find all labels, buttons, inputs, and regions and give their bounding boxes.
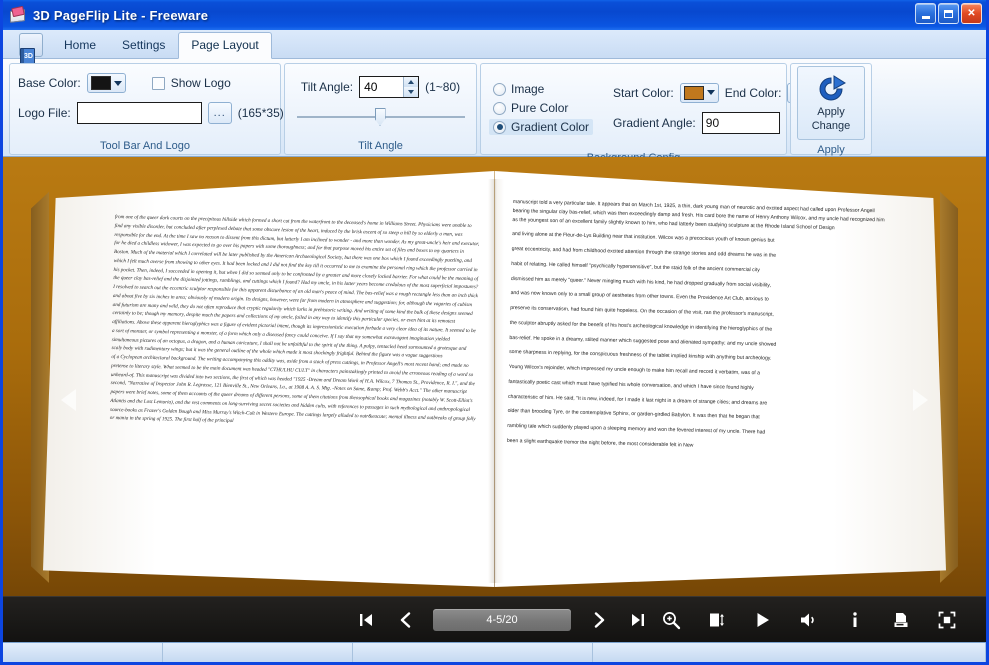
background-type-radios: Image Pure Color Gradient Color xyxy=(489,81,603,135)
page-left[interactable]: from one of the queer dark courts on the… xyxy=(43,171,495,587)
radio-pure-color-icon[interactable] xyxy=(493,101,506,115)
tab-page-layout[interactable]: Page Layout xyxy=(178,32,272,59)
paragraph: from one of the queer dark courts on the… xyxy=(111,213,480,360)
status-bar xyxy=(3,642,986,662)
tab-home[interactable]: Home xyxy=(51,32,109,58)
chevron-down-icon xyxy=(706,90,715,95)
pageflip-book-icon xyxy=(9,5,28,25)
application-window: 3D PageFlip Lite - Freeware ✕ 3D Home Se… xyxy=(0,0,989,665)
radio-gradient-color-label: Gradient Color xyxy=(511,120,590,134)
status-cell-3 xyxy=(353,643,593,662)
close-button[interactable]: ✕ xyxy=(961,3,982,24)
show-logo-label: Show Logo xyxy=(170,76,231,90)
page-indicator[interactable]: 4-5/20 xyxy=(433,608,571,631)
gradient-angle-label: Gradient Angle: xyxy=(613,115,696,130)
base-color-picker[interactable] xyxy=(86,73,126,93)
logo-file-input[interactable] xyxy=(76,102,202,124)
maximize-button[interactable] xyxy=(938,3,959,24)
radio-gradient-color-icon[interactable] xyxy=(493,120,506,134)
minimize-button[interactable] xyxy=(915,3,936,24)
end-color-label: End Color: xyxy=(724,85,782,100)
prev-page-arrow[interactable] xyxy=(61,388,76,411)
page-right-text: manuscript told a very particular tale. … xyxy=(506,198,887,461)
tab-settings[interactable]: Settings xyxy=(109,32,178,58)
title-bar: 3D PageFlip Lite - Freeware ✕ xyxy=(3,0,986,30)
chevron-down-icon xyxy=(113,80,122,86)
group-background-config: Image Pure Color Gradient Color Start Co… xyxy=(480,63,827,164)
zoom-in-icon[interactable] xyxy=(660,609,682,631)
group-toolbar-and-logo: Base Color: Show Logo Logo File: ... (16… xyxy=(9,63,284,155)
book-cover-left xyxy=(31,191,49,583)
ribbon-tabstrip: 3D Home Settings Page Layout xyxy=(3,30,986,65)
group-apply: Apply Change Apply xyxy=(790,63,872,156)
bottom-toolbar: 4-5/20 xyxy=(3,596,986,642)
paragraph: manuscript told a very particular tale. … xyxy=(511,199,885,231)
browse-logo-button[interactable]: ... xyxy=(207,102,232,124)
book-spine xyxy=(487,179,504,583)
last-page-icon[interactable] xyxy=(627,609,649,631)
tilt-angle-stepper[interactable]: 40 xyxy=(359,76,420,98)
spin-down-icon[interactable] xyxy=(404,87,419,97)
apply-change-label-line2: Change xyxy=(811,120,851,132)
group-label-toolbar-and-logo: Tool Bar And Logo xyxy=(100,140,190,152)
first-page-icon[interactable] xyxy=(355,609,377,631)
print-icon[interactable] xyxy=(890,609,912,631)
book-viewer[interactable]: from one of the queer dark courts on the… xyxy=(3,157,986,642)
next-page-arrow[interactable] xyxy=(913,388,928,411)
window-title: 3D PageFlip Lite - Freeware xyxy=(33,7,209,23)
play-icon[interactable] xyxy=(752,609,774,631)
start-color-picker[interactable] xyxy=(679,82,719,103)
page-right[interactable]: manuscript told a very particular tale. … xyxy=(494,171,946,587)
radio-image-label: Image xyxy=(511,82,545,96)
status-cell-2 xyxy=(163,643,353,662)
base-color-swatch xyxy=(90,76,111,90)
base-color-label: Base Color: xyxy=(18,76,81,90)
status-cell-1 xyxy=(3,643,163,662)
fullscreen-icon[interactable] xyxy=(936,609,958,631)
group-tilt-angle: Tilt Angle: 40 (1~80) Tilt Angle xyxy=(284,63,477,155)
show-logo-checkbox[interactable] xyxy=(151,76,165,90)
ribbon-body: Base Color: Show Logo Logo File: ... (16… xyxy=(3,58,986,164)
page-navigation: 4-5/20 xyxy=(355,608,649,631)
radio-pure-color-label: Pure Color xyxy=(511,101,569,115)
gradient-angle-input[interactable]: 90 xyxy=(701,111,780,134)
logo-size-hint: (165*35) xyxy=(237,106,284,120)
page-left-text: from one of the queer dark courts on the… xyxy=(110,213,481,432)
sound-icon[interactable] xyxy=(798,609,820,631)
apply-change-label-line1: Apply xyxy=(817,106,845,118)
group-label-apply: Apply xyxy=(817,144,845,156)
next-page-icon[interactable] xyxy=(588,609,610,631)
app-menu-button[interactable]: 3D xyxy=(19,33,43,65)
group-label-tilt-angle: Tilt Angle xyxy=(358,140,403,152)
start-color-label: Start Color: xyxy=(613,85,674,100)
radio-image-icon[interactable] xyxy=(493,82,506,96)
ribbon: 3D Home Settings Page Layout Base Color: xyxy=(3,30,986,164)
viewer-tools xyxy=(660,609,958,631)
tilt-angle-spin-buttons[interactable] xyxy=(403,77,419,97)
book-cover-right xyxy=(940,191,958,583)
start-color-swatch xyxy=(683,85,704,100)
book: from one of the queer dark courts on the… xyxy=(3,171,986,587)
spin-up-icon[interactable] xyxy=(404,77,419,87)
refresh-arrow-icon xyxy=(815,74,847,104)
slider-thumb[interactable] xyxy=(374,108,386,126)
status-cell-4 xyxy=(593,643,986,662)
logo-file-label: Logo File: xyxy=(18,106,71,120)
tilt-angle-range-hint: (1~80) xyxy=(425,80,461,94)
auto-flip-icon[interactable] xyxy=(706,609,728,631)
radio-pure-color[interactable]: Pure Color xyxy=(489,100,593,116)
info-icon[interactable] xyxy=(844,609,866,631)
paragraph: been a slight earthquake tremor the nigh… xyxy=(506,437,694,449)
tilt-angle-label: Tilt Angle: xyxy=(300,80,354,94)
radio-image[interactable]: Image xyxy=(489,81,593,97)
radio-gradient-color[interactable]: Gradient Color xyxy=(489,119,594,135)
tilt-angle-slider[interactable] xyxy=(296,106,465,128)
tilt-angle-value: 40 xyxy=(364,80,378,94)
apply-change-button[interactable]: Apply Change xyxy=(797,66,865,140)
window-controls: ✕ xyxy=(915,3,982,24)
prev-page-icon[interactable] xyxy=(394,609,416,631)
